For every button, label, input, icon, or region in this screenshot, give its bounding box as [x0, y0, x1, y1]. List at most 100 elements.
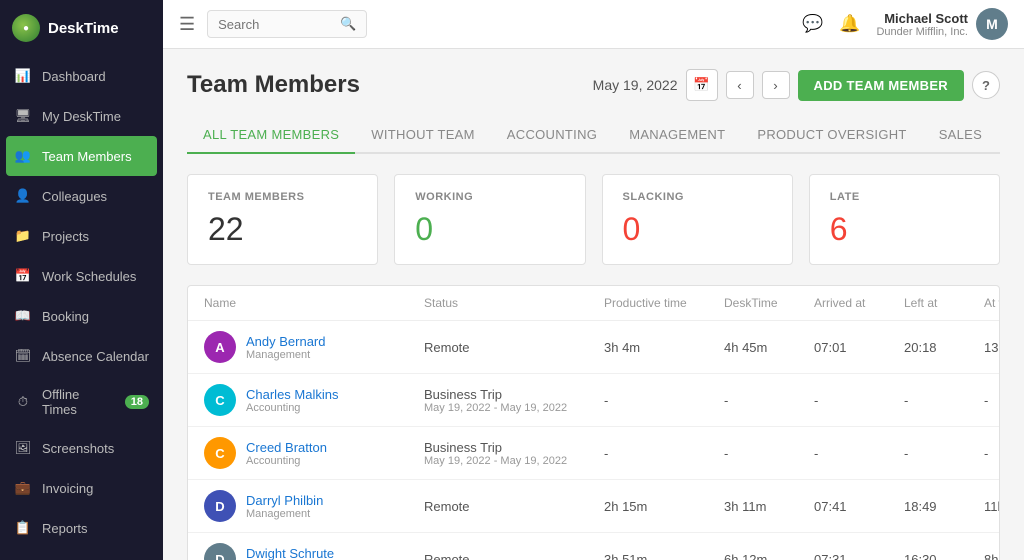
table-row: A Andy Bernard Management Remote 3h 4m 4… — [188, 321, 999, 374]
stat-label-0: TEAM MEMBERS — [208, 191, 357, 203]
sidebar-label-screenshots: Screenshots — [42, 441, 114, 456]
date-display: May 19, 2022 — [593, 77, 678, 93]
member-dept: Management — [246, 349, 326, 361]
tab-management[interactable]: MANAGEMENT — [613, 117, 741, 154]
prev-date-button[interactable]: ‹ — [726, 71, 754, 99]
sidebar-item-projects[interactable]: 📁 Projects — [0, 216, 163, 256]
status-cell: Remote — [424, 552, 604, 560]
tab-sales[interactable]: SALES — [923, 117, 998, 154]
member-dept: Accounting — [246, 455, 327, 467]
user-name: Michael Scott — [876, 11, 968, 26]
tab-without-team[interactable]: WITHOUT TEAM — [355, 117, 491, 154]
projects-icon: 📁 — [14, 227, 32, 245]
col-header-4: Arrived at — [814, 296, 904, 310]
sidebar-item-offline-times[interactable]: ⏱ Offline Times 18 — [0, 376, 163, 428]
arrived-at: 07:31 — [814, 552, 904, 560]
tab-product-oversight[interactable]: PRODUCT OVERSIGHT — [741, 117, 922, 154]
productive-time: 2h 15m — [604, 499, 724, 514]
sidebar-logo: ● DeskTime — [0, 0, 163, 56]
col-header-3: DeskTime — [724, 296, 814, 310]
page-title: Team Members — [187, 71, 360, 99]
sidebar-item-work-schedules[interactable]: 📅 Work Schedules — [0, 256, 163, 296]
table-row: D Dwight Schrute Management Remote 3h 51… — [188, 533, 999, 560]
work-schedules-icon: 📅 — [14, 267, 32, 285]
sidebar-item-exports[interactable]: 📤 Exports — [0, 548, 163, 560]
sidebar-item-absence-calendar[interactable]: 🗓 Absence Calendar — [0, 336, 163, 376]
logo-icon: ● — [12, 14, 40, 42]
member-name[interactable]: Creed Bratton — [246, 440, 327, 455]
app-name: DeskTime — [48, 20, 119, 37]
member-dept: Accounting — [246, 402, 338, 414]
reports-icon: 📋 — [14, 519, 32, 537]
sidebar-item-my-desktime[interactable]: 🖥 My DeskTime — [0, 96, 163, 136]
status-text: Business Trip — [424, 387, 604, 402]
at-work: 13h 17m — [984, 340, 1000, 355]
tab-accounting[interactable]: ACCOUNTING — [491, 117, 613, 154]
left-at: 20:18 — [904, 340, 984, 355]
member-avatar: D — [204, 490, 236, 522]
sidebar-label-offline-times: Offline Times — [42, 387, 115, 417]
booking-icon: 📖 — [14, 307, 32, 325]
status-text: Remote — [424, 552, 470, 560]
table-body: A Andy Bernard Management Remote 3h 4m 4… — [188, 321, 999, 560]
stat-label-1: WORKING — [415, 191, 564, 203]
calendar-button[interactable]: 📅 — [686, 69, 718, 101]
table-row: C Charles Malkins Accounting Business Tr… — [188, 374, 999, 427]
bell-icon[interactable]: 🔔 — [839, 14, 860, 34]
sidebar-label-booking: Booking — [42, 309, 89, 324]
sidebar-item-colleagues[interactable]: 👤 Colleagues — [0, 176, 163, 216]
topbar: ☰ 🔍 💬 🔔 Michael Scott Dunder Mifflin, In… — [163, 0, 1024, 49]
sidebar-item-dashboard[interactable]: 📊 Dashboard — [0, 56, 163, 96]
desktime: 6h 12m — [724, 552, 814, 560]
member-cell: A Andy Bernard Management — [204, 331, 424, 363]
search-box: 🔍 — [207, 10, 367, 38]
desktime: - — [724, 393, 814, 408]
colleagues-icon: 👤 — [14, 187, 32, 205]
add-team-member-button[interactable]: ADD TEAM MEMBER — [798, 70, 965, 101]
member-name[interactable]: Charles Malkins — [246, 387, 338, 402]
productive-time: 3h 51m — [604, 552, 724, 560]
productive-time: 3h 4m — [604, 340, 724, 355]
main-content: ☰ 🔍 💬 🔔 Michael Scott Dunder Mifflin, In… — [163, 0, 1024, 560]
avatar[interactable]: M — [976, 8, 1008, 40]
member-info: Dwight Schrute Management — [246, 546, 334, 560]
productive-time: - — [604, 393, 724, 408]
offline-times-icon: ⏱ — [14, 393, 32, 411]
sidebar-label-dashboard: Dashboard — [42, 69, 106, 84]
status-text: Remote — [424, 340, 470, 355]
col-header-2: Productive time — [604, 296, 724, 310]
sidebar-item-team-members[interactable]: 👥 Team Members — [6, 136, 157, 176]
member-avatar: C — [204, 437, 236, 469]
desktime: 4h 45m — [724, 340, 814, 355]
chat-icon[interactable]: 💬 — [802, 14, 823, 34]
sidebar-item-screenshots[interactable]: 🖼 Screenshots — [0, 428, 163, 468]
col-header-5: Left at — [904, 296, 984, 310]
member-avatar: A — [204, 331, 236, 363]
help-button[interactable]: ? — [972, 71, 1000, 99]
topbar-right: 💬 🔔 Michael Scott Dunder Mifflin, Inc. M — [802, 8, 1008, 40]
next-date-button[interactable]: › — [762, 71, 790, 99]
member-name[interactable]: Darryl Philbin — [246, 493, 323, 508]
search-input[interactable] — [218, 17, 334, 32]
status-text: Remote — [424, 499, 470, 514]
user-info: Michael Scott Dunder Mifflin, Inc. M — [876, 8, 1008, 40]
absence-calendar-icon: 🗓 — [14, 347, 32, 365]
sidebar-nav: 📊 Dashboard 🖥 My DeskTime 👥 Team Members… — [0, 56, 163, 560]
member-name[interactable]: Andy Bernard — [246, 334, 326, 349]
menu-icon[interactable]: ☰ — [179, 14, 195, 35]
col-header-1: Status — [424, 296, 604, 310]
at-work: - — [984, 446, 1000, 461]
dashboard-icon: 📊 — [14, 67, 32, 85]
member-cell: C Charles Malkins Accounting — [204, 384, 424, 416]
member-name[interactable]: Dwight Schrute — [246, 546, 334, 560]
productive-time: - — [604, 446, 724, 461]
sidebar-item-reports[interactable]: 📋 Reports — [0, 508, 163, 548]
status-cell: Business TripMay 19, 2022 - May 19, 2022 — [424, 387, 604, 414]
left-at: - — [904, 446, 984, 461]
sidebar-item-invoicing[interactable]: 💼 Invoicing — [0, 468, 163, 508]
arrived-at: - — [814, 446, 904, 461]
table-row: C Creed Bratton Accounting Business Trip… — [188, 427, 999, 480]
sidebar-item-booking[interactable]: 📖 Booking — [0, 296, 163, 336]
member-info: Charles Malkins Accounting — [246, 387, 338, 414]
tab-all[interactable]: ALL TEAM MEMBERS — [187, 117, 355, 154]
